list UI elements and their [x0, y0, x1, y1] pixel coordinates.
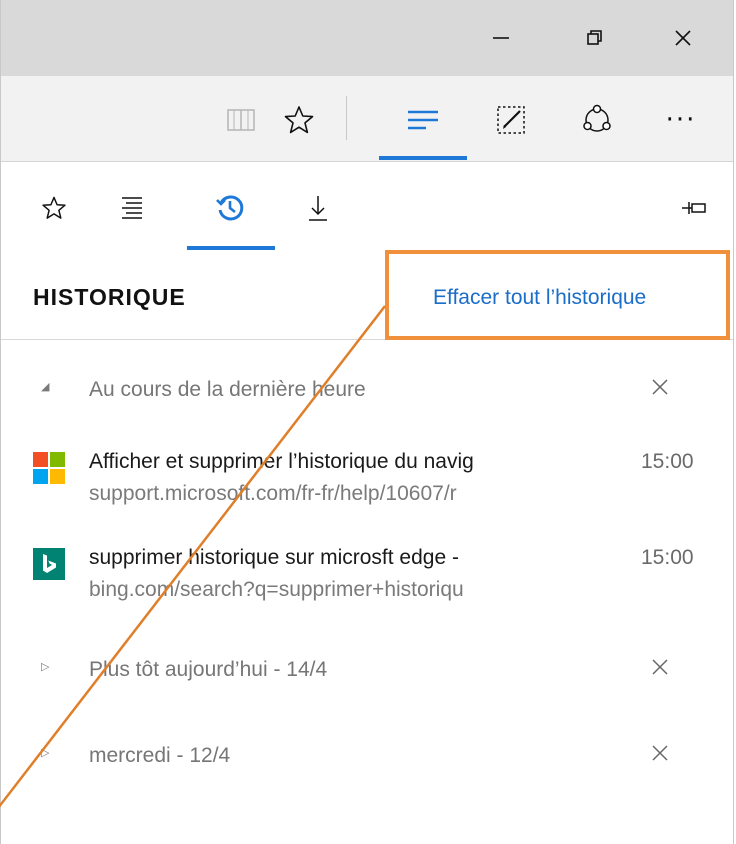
- annotation-arrow: [0, 305, 386, 808]
